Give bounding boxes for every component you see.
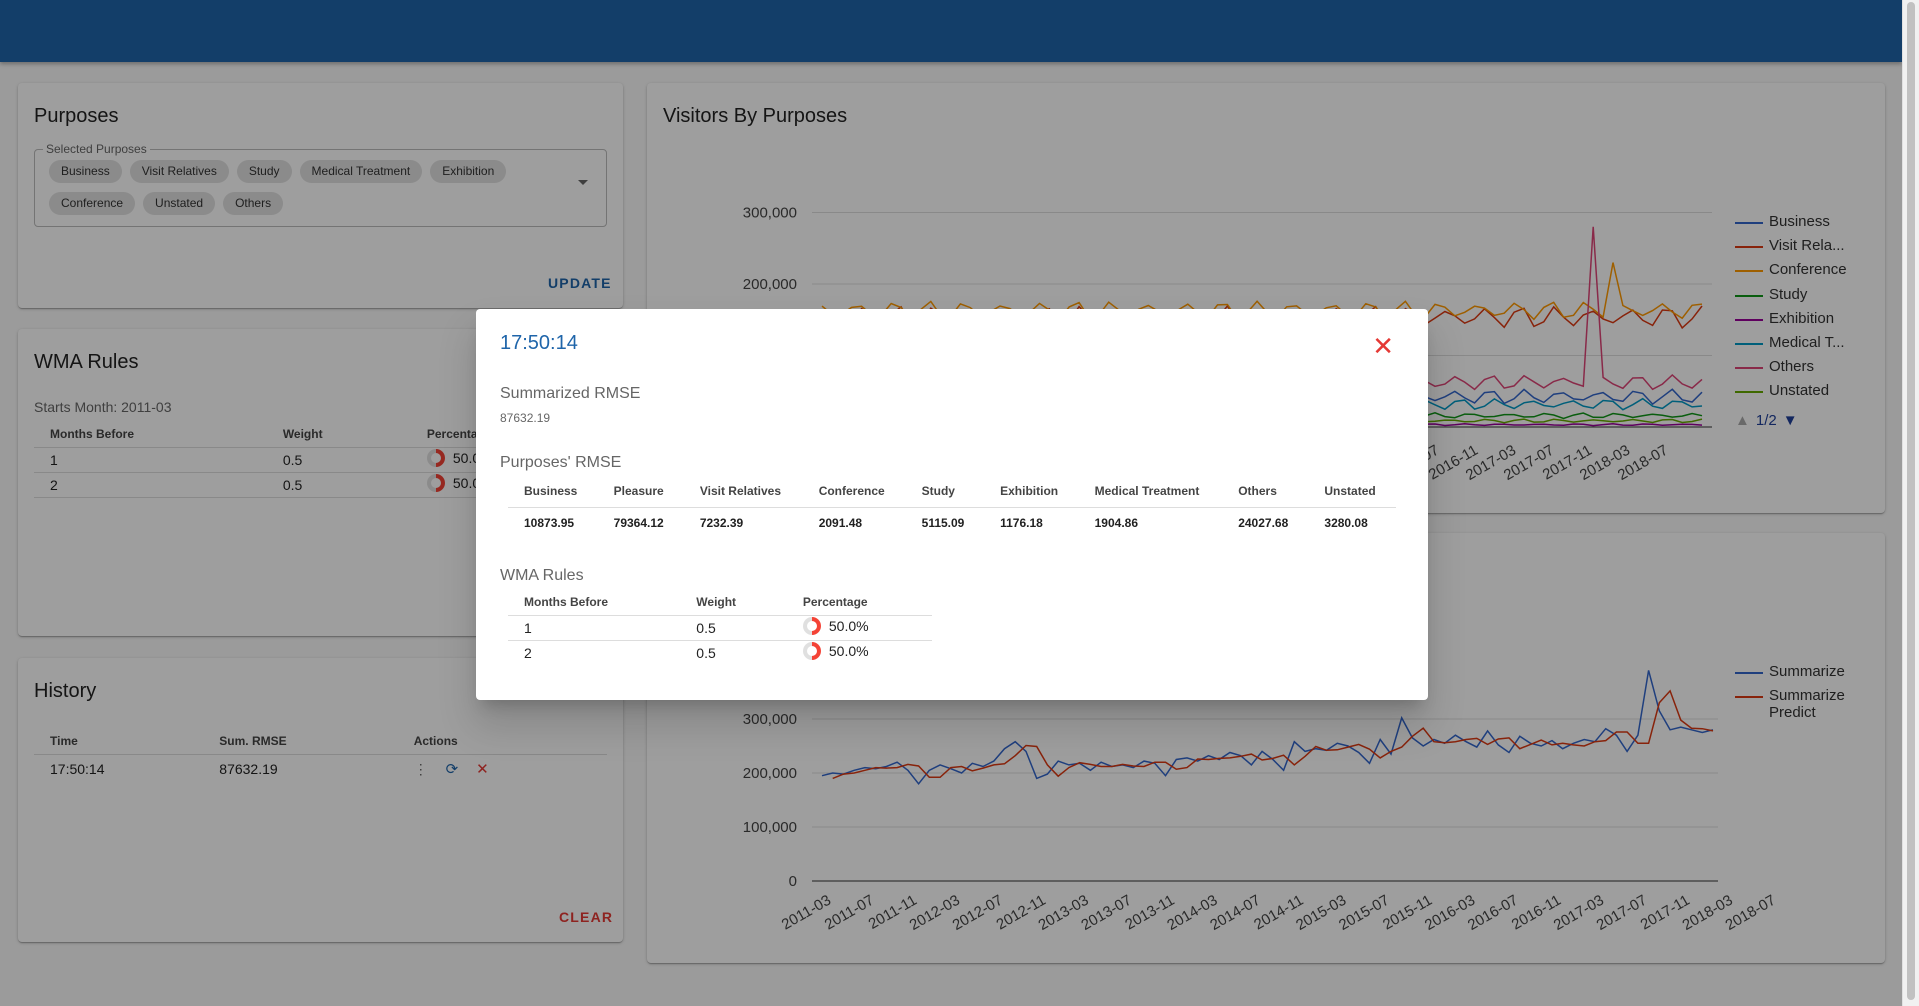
weight-cell: 0.5: [696, 644, 716, 661]
col-exhibition: Exhibition: [984, 475, 1079, 508]
col-pleasure: Pleasure: [597, 475, 684, 508]
rmse-value-cell: 79364.12: [613, 516, 664, 531]
rmse-value-cell: 7232.39: [699, 516, 744, 531]
col-medical-treatment: Medical Treatment: [1078, 475, 1223, 508]
close-icon[interactable]: ✕: [1372, 333, 1394, 359]
months-before-cell: 2: [524, 644, 532, 661]
percentage-ring-icon: [802, 617, 821, 635]
rmse-value-cell: 5115.09: [921, 516, 965, 531]
col-visit-relatives: Visit Relatives: [683, 475, 803, 508]
rmse-value-cell: 24027.68: [1238, 516, 1289, 531]
dialog-wma-table: Months Before Weight Percentage 1 0.5 50…: [508, 589, 932, 665]
col-months-before: Months Before: [508, 589, 681, 616]
col-conference: Conference: [802, 475, 906, 508]
purposes-rmse-label: Purposes' RMSE: [500, 454, 622, 471]
percentage-cell: 50.0%: [787, 640, 932, 665]
col-study: Study: [905, 475, 985, 508]
summarized-rmse-value: 87632.19: [500, 411, 551, 425]
table-row: 2 0.5 50.0%: [508, 640, 932, 665]
col-weight: Weight: [680, 589, 787, 616]
rmse-value-cell: 1176.18: [1000, 516, 1043, 531]
purposes-rmse-table: Business Pleasure Visit Relatives Confer…: [508, 475, 1396, 539]
rmse-value-cell: 10873.95: [524, 516, 575, 531]
page-scrollbar[interactable]: [1902, 0, 1919, 1006]
weight-cell: 0.5: [680, 615, 787, 641]
months-before-cell: 1: [508, 615, 681, 641]
table-row: 10873.95 79364.12 7232.39 2091.48 5115.0…: [508, 507, 1396, 539]
scrollbar-thumb[interactable]: [1907, 2, 1915, 1000]
col-unstated: Unstated: [1308, 475, 1396, 508]
col-business: Business: [508, 475, 598, 508]
percentage-value: 50.0%: [828, 643, 869, 660]
col-others: Others: [1222, 475, 1309, 508]
history-detail-dialog: 17:50:14 ✕ Summarized RMSE 87632.19 Purp…: [476, 309, 1428, 700]
percentage-ring-icon: [802, 642, 821, 661]
rmse-value-cell: 2091.48: [818, 516, 863, 531]
percentage-value: 50.0%: [828, 618, 869, 634]
dialog-title: 17:50:14: [500, 332, 578, 354]
percentage-cell: 50.0%: [786, 615, 932, 641]
rmse-value-cell: 1904.86: [1094, 516, 1139, 531]
summarized-rmse-label: Summarized RMSE: [500, 385, 641, 402]
dialog-wma-rules-label: WMA Rules: [500, 567, 584, 584]
table-row: 1 0.5 50.0%: [508, 615, 932, 641]
rmse-value-cell: 3280.08: [1324, 516, 1368, 531]
col-percentage: Percentage: [786, 589, 932, 616]
